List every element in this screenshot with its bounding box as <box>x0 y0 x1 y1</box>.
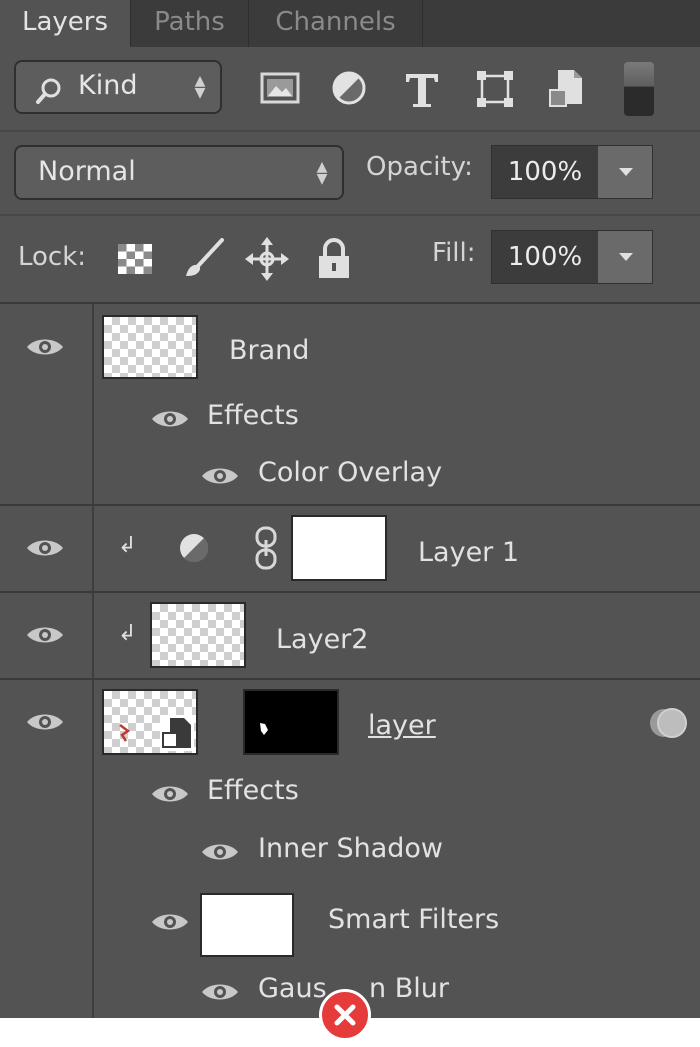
tab-channels[interactable]: Channels <box>248 0 423 47</box>
red-mark-icon <box>119 724 131 742</box>
close-badge[interactable] <box>319 989 371 1041</box>
eye-icon[interactable] <box>200 840 240 864</box>
fill-value[interactable]: 100% <box>492 231 598 283</box>
clipping-mask-arrow-icon: ↲ <box>118 533 137 558</box>
layer-name[interactable]: layer <box>368 710 436 741</box>
divider <box>0 214 700 216</box>
fill-label: Fill: <box>432 238 476 268</box>
effect-name[interactable]: Color Overlay <box>258 457 442 488</box>
filter-kind-label: Kind <box>78 70 138 101</box>
tab-paths[interactable]: Paths <box>130 0 248 47</box>
smart-object-filter-icon[interactable] <box>544 66 590 112</box>
image-filter-icon[interactable] <box>258 66 304 112</box>
effect-name[interactable]: Inner Shadow <box>258 833 443 864</box>
layer-name[interactable]: Brand <box>229 335 309 366</box>
effects-label: Effects <box>207 400 299 431</box>
filter-name-right[interactable]: n Blur <box>369 973 449 1004</box>
lock-label: Lock: <box>18 242 87 272</box>
lock-position-move-icon[interactable] <box>244 234 290 284</box>
smart-object-badge-icon <box>160 715 194 751</box>
eye-icon[interactable] <box>25 710 65 734</box>
layers-panel: Layers Paths Channels Kind ▲ ▼ Normal ▲ ▼ … <box>0 0 700 1018</box>
tab-layers[interactable]: Layers <box>0 0 130 47</box>
chevron-updown-icon: ▲ ▼ <box>194 73 206 101</box>
eye-icon[interactable] <box>200 980 240 1004</box>
divider <box>0 130 700 132</box>
filter-name-left[interactable]: Gaus <box>258 973 327 1004</box>
chevron-updown-icon: ▲ ▼ <box>316 159 328 187</box>
blend-mode-select[interactable]: Normal ▲ ▼ <box>14 145 344 200</box>
opacity-value[interactable]: 100% <box>492 146 598 198</box>
smart-object-thumbnail <box>102 689 198 755</box>
opacity-label: Opacity: <box>366 152 473 182</box>
layer-mask-thumbnail[interactable] <box>291 515 387 581</box>
lock-image-pixels-brush-icon[interactable] <box>178 234 224 284</box>
layer-thumbnail <box>102 315 198 379</box>
adjustment-layer-icon <box>180 534 209 563</box>
eye-icon[interactable] <box>150 407 190 431</box>
eye-icon[interactable] <box>25 623 65 647</box>
filter-mask-thumbnail[interactable] <box>243 689 339 755</box>
link-chain-icon[interactable] <box>254 526 278 570</box>
divider <box>0 591 700 593</box>
eye-icon[interactable] <box>25 536 65 560</box>
eye-icon[interactable] <box>25 335 65 359</box>
clipping-mask-arrow-icon: ↲ <box>118 621 137 646</box>
eye-icon[interactable] <box>200 464 240 488</box>
layer-name[interactable]: Layer2 <box>276 624 368 655</box>
smart-filters-mask-thumbnail[interactable] <box>200 893 294 957</box>
eye-icon[interactable] <box>150 910 190 934</box>
filter-kind-select[interactable]: Kind ▲ ▼ <box>14 60 222 114</box>
shape-filter-icon[interactable] <box>472 66 518 112</box>
layer-name[interactable]: Layer 1 <box>418 537 519 568</box>
tab-bar: Layers Paths Channels <box>0 0 700 47</box>
type-filter-icon[interactable] <box>400 66 446 112</box>
fill-dropdown-button[interactable] <box>598 231 652 283</box>
filter-toggle-switch[interactable] <box>624 62 654 116</box>
smart-filters-label: Smart Filters <box>328 904 500 935</box>
lock-transparent-pixels-icon[interactable] <box>114 234 160 284</box>
opacity-dropdown-button[interactable] <box>598 146 652 198</box>
mask-shape <box>260 723 268 735</box>
fill-field[interactable]: 100% <box>491 230 653 284</box>
effects-label: Effects <box>207 775 299 806</box>
divider <box>0 504 700 506</box>
search-icon <box>34 76 64 110</box>
divider <box>0 302 700 304</box>
close-icon <box>334 1004 356 1026</box>
adjustment-filter-icon[interactable] <box>329 66 375 112</box>
layer-thumbnail <box>150 602 246 668</box>
layer-style-fx-icon[interactable] <box>646 705 690 741</box>
blend-mode-value: Normal <box>38 156 136 187</box>
opacity-field[interactable]: 100% <box>491 145 653 199</box>
divider <box>0 678 700 680</box>
visibility-column-divider <box>92 304 94 1018</box>
lock-all-padlock-icon[interactable] <box>312 234 358 284</box>
eye-icon[interactable] <box>150 782 190 806</box>
